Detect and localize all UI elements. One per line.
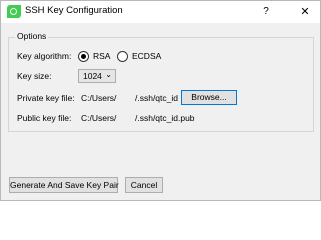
qt-creator-app-icon [7, 5, 21, 18]
cancel-button[interactable]: Cancel [125, 177, 163, 193]
ssh-key-dialog: SSH Key Configuration ? ✕ Options Key al… [0, 0, 321, 201]
private-key-path-end: /.ssh/qtc_id [135, 93, 178, 103]
browse-button[interactable]: Browse... [181, 90, 237, 105]
rsa-radio[interactable] [78, 51, 89, 62]
help-button[interactable]: ? [254, 1, 278, 23]
private-key-label: Private key file: [17, 93, 75, 103]
window-title: SSH Key Configuration [25, 5, 123, 16]
generate-key-pair-button[interactable]: Generate And Save Key Pair [9, 177, 119, 193]
public-key-path-end: /.ssh/qtc_id.pub [135, 113, 195, 123]
key-size-value: 1024 [83, 71, 102, 81]
key-size-combobox[interactable]: 1024 ⌄ [78, 69, 116, 83]
key-algorithm-label: Key algorithm: [17, 51, 72, 61]
rsa-radio-label[interactable]: RSA [93, 51, 110, 61]
ecdsa-radio[interactable] [117, 51, 128, 62]
public-key-path-start: C:/Users/ [81, 113, 117, 123]
title-bar: SSH Key Configuration ? ✕ [1, 1, 320, 23]
options-group-title: Options [15, 31, 49, 41]
key-size-label: Key size: [17, 71, 52, 81]
ecdsa-radio-label[interactable]: ECDSA [132, 51, 161, 61]
chevron-down-icon: ⌄ [105, 70, 112, 79]
close-icon[interactable]: ✕ [290, 1, 320, 23]
private-key-path-start: C:/Users/ [81, 93, 117, 103]
public-key-label: Public key file: [17, 113, 72, 123]
